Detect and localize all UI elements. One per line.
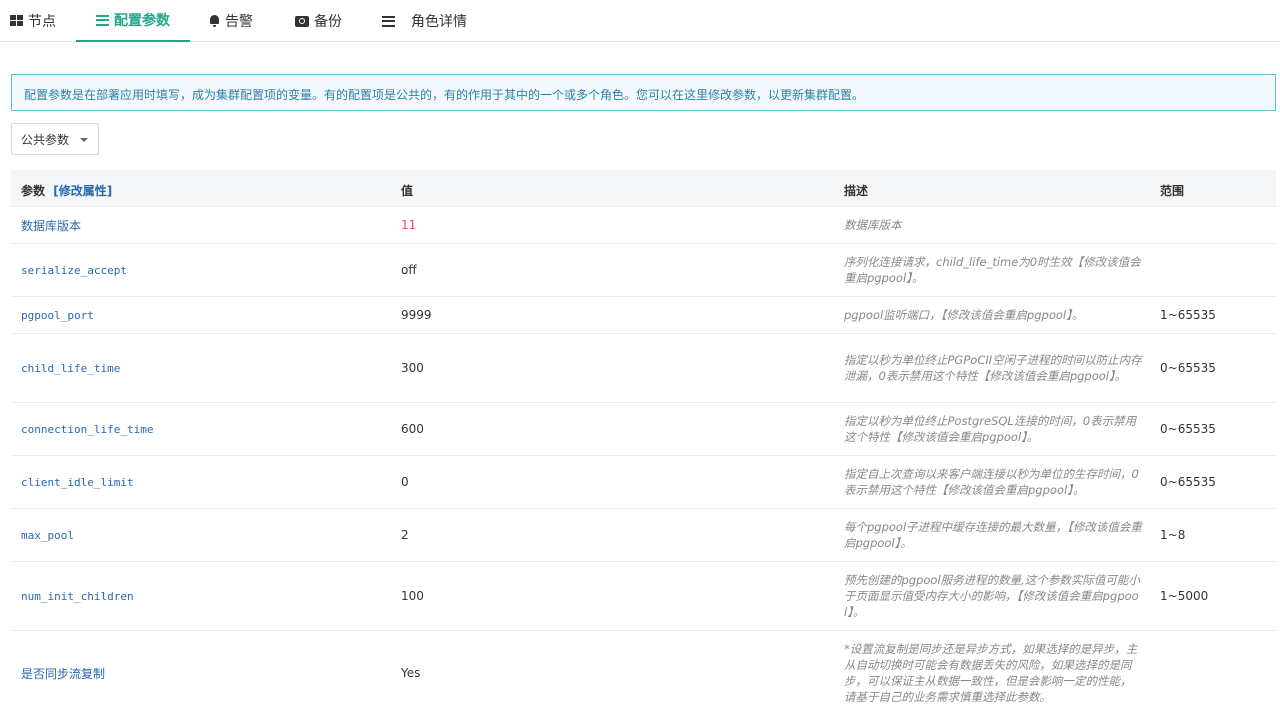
table-row: 数据库版本 11 数据库版本 <box>11 207 1276 244</box>
param-name: 是否同步流复制 <box>21 666 106 681</box>
param-range: 0~65535 <box>1160 422 1216 436</box>
param-desc: 数据库版本 <box>844 218 902 232</box>
table-row: max_pool 2 每个pgpool子进程中缓存连接的最大数量，【修改该值会重… <box>11 509 1276 562</box>
list-icon <box>96 14 109 26</box>
header-param-label: 参数 <box>21 184 46 198</box>
param-name: 数据库版本 <box>21 218 82 233</box>
param-name: client_idle_limit <box>21 475 134 489</box>
param-value: 100 <box>401 589 424 603</box>
select-value: 公共参数 <box>21 132 70 147</box>
tab-config-params[interactable]: 配置参数 <box>76 0 190 42</box>
param-range: 0~65535 <box>1160 475 1216 489</box>
grid-icon <box>10 15 23 27</box>
header-value: 值 <box>401 184 414 198</box>
param-desc: 每个pgpool子进程中缓存连接的最大数量，【修改该值会重启pgpool】。 <box>844 520 1142 550</box>
table-row: pgpool_port 9999 pgpool监听端口，【修改该值会重启pgpo… <box>11 297 1276 334</box>
caret-down-icon <box>80 138 88 142</box>
param-value: 9999 <box>401 308 432 322</box>
tab-label: 配置参数 <box>114 13 170 29</box>
table-row: 是否同步流复制 Yes *设置流复制是同步还是异步方式，如果选择的是异步，主从自… <box>11 631 1276 715</box>
table-row: serialize_accept off 序列化连接请求，child_life_… <box>11 244 1276 297</box>
edit-attributes-link[interactable]: [修改属性] <box>53 184 112 198</box>
header-range: 范围 <box>1160 184 1185 198</box>
tab-nodes[interactable]: 节点 <box>10 0 56 42</box>
tab-alerts[interactable]: 告警 <box>209 0 253 42</box>
header-param: 参数 [修改属性] <box>21 182 112 199</box>
list-icon <box>382 15 395 27</box>
param-range: 1~65535 <box>1160 308 1216 322</box>
param-name: num_init_children <box>21 589 134 603</box>
tab-label: 节点 <box>28 14 56 30</box>
table-row: client_idle_limit 0 指定自上次查询以来客户端连接以秒为单位的… <box>11 456 1276 509</box>
header-desc: 描述 <box>844 184 869 198</box>
param-value: 600 <box>401 422 424 436</box>
table-row: connection_life_time 600 指定以秒为单位终止Postgr… <box>11 403 1276 456</box>
tab-label: 备份 <box>314 14 342 30</box>
tab-backup[interactable]: 备份 <box>295 0 342 42</box>
param-range: 1~8 <box>1160 528 1186 542</box>
info-banner: 配置参数是在部署应用时填写，成为集群配置项的变量。有的配置项是公共的，有的作用于… <box>11 74 1276 111</box>
param-name: serialize_accept <box>21 263 127 277</box>
table-header: 参数 [修改属性] 值 描述 范围 <box>11 170 1276 207</box>
config-table: 参数 [修改属性] 值 描述 范围 数据库版本 11 数据库版本 seriali… <box>11 170 1276 715</box>
param-value: 2 <box>401 528 409 542</box>
bell-icon <box>209 15 220 27</box>
param-name: pgpool_port <box>21 308 94 322</box>
param-value: 300 <box>401 361 424 375</box>
camera-icon <box>295 15 309 27</box>
param-range: 0~65535 <box>1160 361 1216 375</box>
param-desc: 指定以秒为单位终止PGPoCII空闲子进程的时间以防止内存泄漏，0表示禁用这个特… <box>844 353 1142 383</box>
param-range: 1~5000 <box>1160 589 1209 603</box>
param-value: 0 <box>401 475 409 489</box>
param-name: max_pool <box>21 528 74 542</box>
param-desc: *设置流复制是同步还是异步方式，如果选择的是异步，主从自动切换时可能会有数据丢失… <box>844 642 1138 704</box>
param-desc: 指定以秒为单位终止PostgreSQL连接的时间，0表示禁用这个特性【修改该值会… <box>844 414 1137 444</box>
param-desc: 序列化连接请求，child_life_time为0时生效【修改该值会重启pgpo… <box>844 255 1141 285</box>
tab-bar: 节点 配置参数 告警 备份 角色详情 <box>0 0 1280 42</box>
param-name: child_life_time <box>21 361 121 375</box>
param-value: 11 <box>401 218 417 232</box>
param-desc: pgpool监听端口，【修改该值会重启pgpool】。 <box>844 308 1084 322</box>
param-value: Yes <box>401 666 421 680</box>
table-row: child_life_time 300 指定以秒为单位终止PGPoCII空闲子进… <box>11 334 1276 403</box>
tab-label: 角色详情 <box>411 14 467 30</box>
tab-label: 告警 <box>225 14 253 30</box>
param-desc: 预先创建的pgpool服务进程的数量,这个参数实际值可能小于页面显示值受内存大小… <box>844 573 1140 619</box>
param-desc: 指定自上次查询以来客户端连接以秒为单位的生存时间，0表示禁用这个特性【修改该值会… <box>844 467 1139 497</box>
param-name: connection_life_time <box>21 422 154 436</box>
table-row: num_init_children 100 预先创建的pgpool服务进程的数量… <box>11 562 1276 631</box>
param-value: off <box>401 263 417 277</box>
param-scope-select[interactable]: 公共参数 <box>11 123 99 155</box>
tab-role-details[interactable]: 角色详情 <box>382 0 467 42</box>
